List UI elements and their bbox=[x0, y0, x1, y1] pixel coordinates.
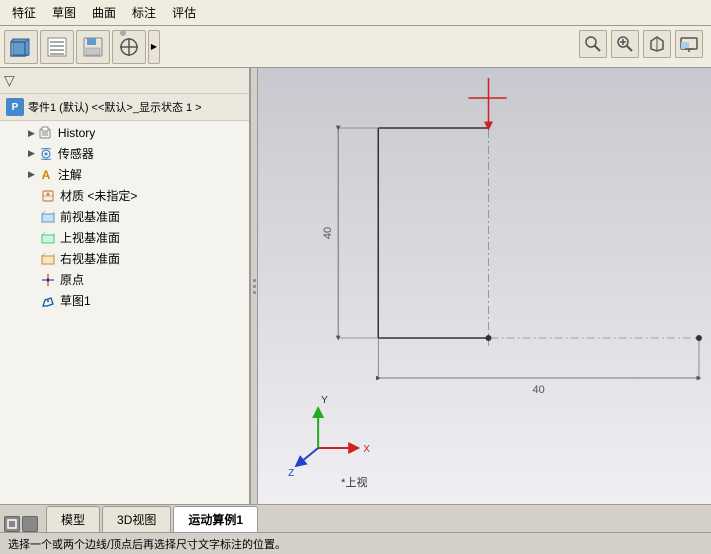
top-plane-label: 上视基准面 bbox=[60, 229, 120, 246]
annotation-label: 注解 bbox=[58, 166, 82, 183]
tree-content: ▶ History ▶ bbox=[0, 121, 249, 504]
left-panel: ▽ P 零件1 (默认) <<默认>_显示状态 1 > ▶ Histor bbox=[0, 68, 250, 504]
crosshair-button[interactable] bbox=[112, 30, 146, 64]
status-icon1 bbox=[4, 516, 20, 532]
drawing-canvas: 40 40 bbox=[258, 68, 711, 504]
tree-item-history[interactable]: ▶ History bbox=[0, 123, 249, 143]
tab-motion-example[interactable]: 运动算例1 bbox=[173, 506, 258, 532]
sensor-icon bbox=[38, 146, 54, 162]
annotation-arrow: ▶ bbox=[28, 169, 35, 180]
search-tool-button[interactable] bbox=[579, 30, 607, 58]
sketch1-label: 草图1 bbox=[60, 292, 91, 309]
top-plane-icon bbox=[40, 230, 56, 246]
history-icon bbox=[38, 125, 54, 141]
status-bar: 选择一个或两个边线/顶点后再选择尺寸文字标注的位置。 bbox=[0, 532, 711, 554]
status-text: 选择一个或两个边线/顶点后再选择尺寸文字标注的位置。 bbox=[8, 536, 286, 552]
sensor-label: 传感器 bbox=[58, 145, 94, 162]
svg-text:*上视: *上视 bbox=[341, 475, 367, 489]
svg-text:Z: Z bbox=[288, 468, 294, 479]
tree-item-top-plane[interactable]: 上视基准面 bbox=[0, 227, 249, 248]
history-label: History bbox=[58, 126, 95, 140]
part-view-button[interactable] bbox=[4, 30, 38, 64]
sketch1-icon bbox=[40, 293, 56, 309]
tree-header-label: 零件1 (默认) <<默认>_显示状态 1 > bbox=[28, 99, 202, 115]
right-plane-label: 右视基准面 bbox=[60, 250, 120, 267]
tab-model[interactable]: 模型 bbox=[46, 506, 100, 532]
tree-item-origin[interactable]: 原点 bbox=[0, 269, 249, 290]
material-icon bbox=[40, 188, 56, 204]
annotation-icon: A bbox=[38, 167, 54, 183]
menu-sketch[interactable]: 草图 bbox=[44, 2, 84, 23]
filter-icon[interactable]: ▽ bbox=[4, 72, 15, 89]
top-right-tools bbox=[579, 30, 703, 58]
menu-surface[interactable]: 曲面 bbox=[84, 2, 124, 23]
resize-handle[interactable] bbox=[250, 68, 258, 504]
main-area: ▽ P 零件1 (默认) <<默认>_显示状态 1 > ▶ Histor bbox=[0, 68, 711, 504]
toolbar-more-arrow[interactable]: ▶ bbox=[148, 30, 160, 64]
front-plane-icon bbox=[40, 209, 56, 225]
part-icon: P bbox=[6, 98, 24, 116]
tree-item-material[interactable]: 材质 <未指定> bbox=[0, 185, 249, 206]
display-tool-button[interactable] bbox=[675, 30, 703, 58]
sensor-arrow: ▶ bbox=[28, 148, 35, 159]
svg-text:Y: Y bbox=[321, 395, 328, 406]
tree-header: P 零件1 (默认) <<默认>_显示状态 1 > bbox=[0, 94, 249, 121]
tree-item-sketch1[interactable]: 草图1 bbox=[0, 290, 249, 311]
zoom-tool-button[interactable] bbox=[611, 30, 639, 58]
status-indicators bbox=[4, 516, 38, 532]
toolbar-indicator bbox=[120, 30, 126, 36]
tab-3d-view[interactable]: 3D视图 bbox=[102, 506, 171, 532]
history-arrow: ▶ bbox=[28, 128, 35, 139]
tool3-button[interactable] bbox=[643, 30, 671, 58]
resize-dots bbox=[253, 279, 256, 294]
svg-text:40: 40 bbox=[322, 227, 334, 239]
feature-tree-button[interactable] bbox=[40, 30, 74, 64]
menu-bar: 特征 草图 曲面 标注 评估 bbox=[0, 0, 711, 26]
tree-item-sensor[interactable]: ▶ 传感器 bbox=[0, 143, 249, 164]
front-plane-label: 前视基准面 bbox=[60, 208, 120, 225]
menu-feature[interactable]: 特征 bbox=[4, 2, 44, 23]
save-button[interactable] bbox=[76, 30, 110, 64]
filter-bar: ▽ bbox=[0, 68, 249, 94]
tree-item-right-plane[interactable]: 右视基准面 bbox=[0, 248, 249, 269]
menu-evaluate[interactable]: 评估 bbox=[164, 2, 204, 23]
menu-dimension[interactable]: 标注 bbox=[124, 2, 164, 23]
material-label: 材质 <未指定> bbox=[60, 187, 137, 204]
status-icon2 bbox=[22, 516, 38, 532]
svg-text:X: X bbox=[363, 444, 370, 455]
viewport[interactable]: 40 40 bbox=[258, 68, 711, 504]
toolbar: ▶ bbox=[0, 26, 711, 68]
bottom-tabs: 模型 3D视图 运动算例1 bbox=[0, 504, 711, 532]
tree-item-annotation[interactable]: ▶ A 注解 bbox=[0, 164, 249, 185]
origin-icon bbox=[40, 272, 56, 288]
origin-label: 原点 bbox=[60, 271, 84, 288]
svg-text:40: 40 bbox=[532, 384, 544, 396]
tree-item-front-plane[interactable]: 前视基准面 bbox=[0, 206, 249, 227]
right-plane-icon bbox=[40, 251, 56, 267]
